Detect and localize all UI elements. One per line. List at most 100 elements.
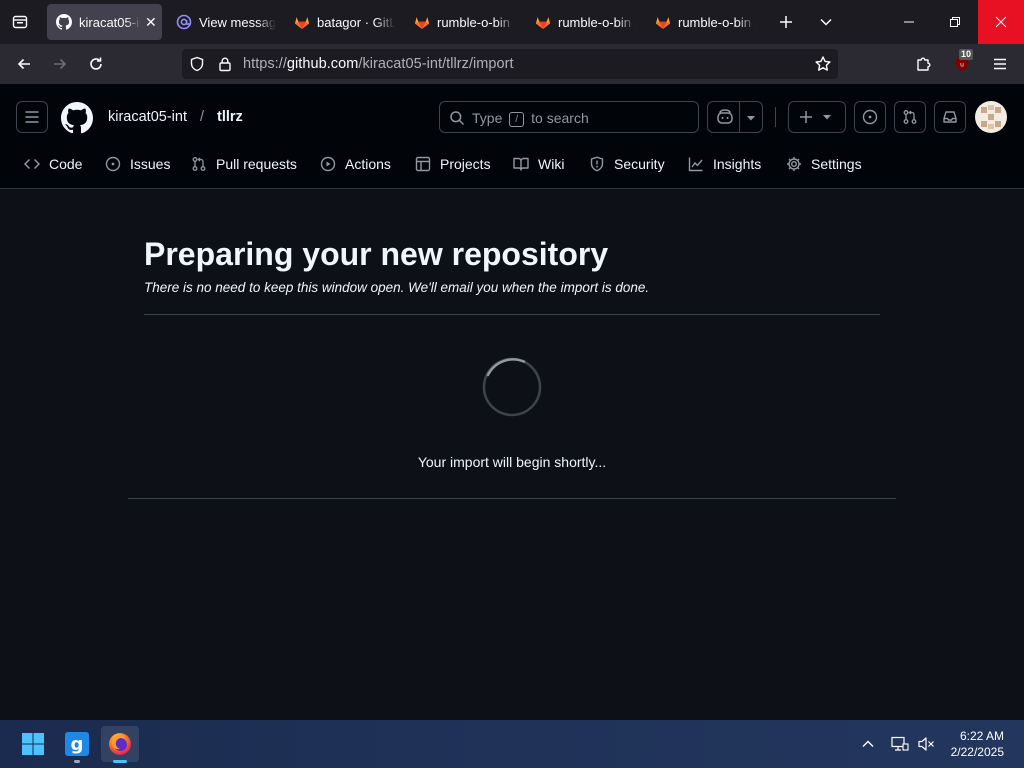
tab-label: Wiki <box>538 156 565 172</box>
tab-label: Actions <box>345 156 391 172</box>
your-issues-button[interactable] <box>854 101 886 133</box>
create-new-button[interactable] <box>788 101 846 133</box>
url-host: github.com <box>286 56 359 72</box>
hamburger-menu-icon <box>994 58 1006 70</box>
tab-title: View message <box>199 14 276 30</box>
restore-icon <box>950 17 960 27</box>
g-app-icon: g <box>65 732 89 756</box>
chevron-up-icon <box>862 740 874 747</box>
system-clock[interactable]: 6:22 AM 2/22/2025 <box>951 728 1004 760</box>
reload-icon <box>90 57 102 70</box>
lock-icon[interactable] <box>217 56 233 72</box>
tab-actions[interactable]: Actions <box>320 146 391 182</box>
taskbar-app-g[interactable]: g <box>58 726 96 763</box>
taskbar-app-firefox[interactable] <box>101 726 139 763</box>
bookmark-star-icon[interactable] <box>814 55 832 73</box>
tab-title: rumble-o-bin / rumble-o-bin <box>437 14 515 30</box>
copilot-icon <box>717 109 733 124</box>
tab-code[interactable]: Code <box>24 146 82 182</box>
gitlab-icon <box>656 17 670 29</box>
shield-tracking-protection-icon[interactable] <box>189 56 205 72</box>
back-button[interactable] <box>12 52 36 76</box>
arrow-left-icon <box>17 58 30 70</box>
minimize-button[interactable] <box>886 0 932 44</box>
tab-batagor-gitlab[interactable]: batagor · GitLab <box>294 4 398 40</box>
extensions-button[interactable] <box>912 52 936 76</box>
browser-navigation-bar: https://github.com/kiracat05-int/tllrz/i… <box>0 44 1024 84</box>
tab-label: Issues <box>130 156 171 172</box>
volume-muted-icon <box>918 737 934 751</box>
import-status-message: Your import will begin shortly... <box>417 454 607 470</box>
windows-logo-icon <box>22 733 44 755</box>
url-scheme: https:// <box>243 56 287 72</box>
tab-label: Security <box>614 156 665 172</box>
tab-view-message[interactable]: View message <box>176 4 276 40</box>
plus-icon <box>780 16 792 28</box>
github-logo-icon[interactable] <box>61 102 93 134</box>
tab-rumble-o-bin-3[interactable]: rumble-o-bin / rumble-o-bin <box>655 4 759 40</box>
breadcrumb: kiracat05-int / tllrz <box>108 109 243 125</box>
graph-icon <box>688 157 703 172</box>
tab-pull-requests[interactable]: Pull requests <box>191 146 297 182</box>
tab-insights[interactable]: Insights <box>688 146 761 182</box>
gitlab-icon <box>415 17 429 29</box>
triangle-down-icon[interactable] <box>746 114 756 122</box>
tab-wiki[interactable]: Wiki <box>513 146 564 182</box>
reload-button[interactable] <box>84 52 108 76</box>
firefox-view-icon <box>12 15 28 29</box>
your-pull-requests-button[interactable] <box>894 101 926 133</box>
app-menu-button[interactable] <box>988 52 1012 76</box>
avatar[interactable] <box>975 101 1007 133</box>
search-shortcut-key: / <box>509 112 525 127</box>
show-hidden-icons-button[interactable] <box>852 726 884 762</box>
divider <box>128 498 896 499</box>
three-bars-icon <box>25 111 39 123</box>
ublock-extension-button[interactable]: u 10 <box>950 49 974 76</box>
loading-spinner-icon <box>482 357 542 417</box>
start-button[interactable] <box>14 726 52 762</box>
tab-settings[interactable]: Settings <box>786 146 862 182</box>
inbox-button[interactable] <box>934 101 966 133</box>
restore-button[interactable] <box>932 0 978 44</box>
close-tab-icon[interactable]: ✕ <box>145 14 157 31</box>
issue-opened-icon <box>862 109 878 125</box>
header-divider <box>775 107 776 127</box>
svg-text:u: u <box>960 62 964 69</box>
volume-button[interactable] <box>912 726 940 762</box>
active-indicator <box>113 760 127 763</box>
book-icon <box>513 157 529 171</box>
repo-name-link[interactable]: tllrz <box>217 109 243 125</box>
gear-icon <box>787 157 801 171</box>
search-input[interactable]: Type / to search <box>439 101 699 133</box>
tab-label: Insights <box>713 156 762 172</box>
pull-request-icon <box>192 157 206 171</box>
new-tab-button[interactable] <box>765 0 807 44</box>
divider <box>144 314 880 315</box>
repo-owner-link[interactable]: kiracat05-int <box>108 109 187 125</box>
issue-opened-icon <box>105 156 121 172</box>
tab-projects[interactable]: Projects <box>415 146 491 182</box>
tab-issues[interactable]: Issues <box>105 146 170 182</box>
minimize-icon <box>904 21 914 23</box>
close-window-button[interactable] <box>978 0 1024 44</box>
tab-label: Settings <box>811 156 862 172</box>
tab-label: Projects <box>440 156 491 172</box>
global-nav-menu-button[interactable] <box>16 101 48 133</box>
network-button[interactable] <box>886 726 914 762</box>
tab-rumble-o-bin-1[interactable]: rumble-o-bin / rumble-o-bin <box>414 4 518 40</box>
firefox-view-button[interactable] <box>0 0 40 44</box>
tab-title: kiracat05-int/tllrz <box>79 14 141 30</box>
clock-date: 2/22/2025 <box>950 745 1004 759</box>
tab-title: batagor · GitLab <box>317 14 395 30</box>
url-text[interactable]: https://github.com/kiracat05-int/tllrz/i… <box>243 56 514 72</box>
copilot-button[interactable] <box>707 101 763 133</box>
at-sign-icon <box>176 14 192 30</box>
url-bar[interactable]: https://github.com/kiracat05-int/tllrz/i… <box>182 49 838 79</box>
forward-button[interactable] <box>48 52 72 76</box>
gitlab-icon <box>295 17 309 29</box>
breadcrumb-separator: / <box>199 109 205 125</box>
tab-github-tllrz[interactable]: kiracat05-int/tllrz ✕ <box>47 4 162 40</box>
tab-security[interactable]: Security <box>589 146 665 182</box>
list-all-tabs-button[interactable] <box>806 0 846 44</box>
tab-rumble-o-bin-2[interactable]: rumble-o-bin / rumble-o-bin <box>535 4 639 40</box>
